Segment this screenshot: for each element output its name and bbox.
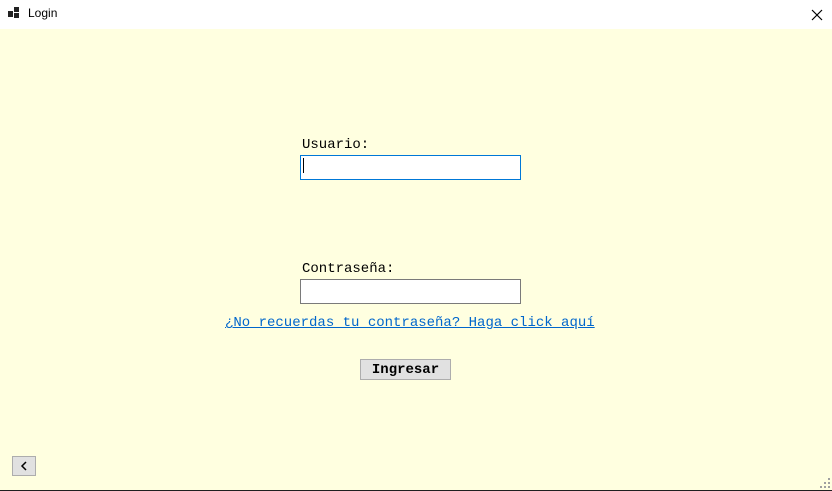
app-window-icon — [8, 7, 20, 19]
user-label: Usuario: — [302, 137, 370, 153]
user-input[interactable] — [300, 155, 521, 180]
login-window: Login Usuario: Contraseña: ¿No recuerdas… — [0, 0, 832, 491]
text-caret — [303, 158, 304, 173]
close-icon — [811, 9, 823, 20]
close-button[interactable] — [802, 0, 832, 29]
resize-grip-icon[interactable] — [820, 478, 830, 488]
forgot-password-link[interactable]: ¿No recuerdas tu contraseña? Haga click … — [225, 315, 595, 331]
password-label: Contraseña: — [302, 261, 395, 277]
window-title: Login — [28, 6, 58, 20]
back-button[interactable] — [12, 456, 36, 476]
password-input[interactable] — [300, 279, 521, 304]
login-button[interactable]: Ingresar — [360, 359, 451, 380]
title-bar[interactable]: Login — [0, 0, 832, 29]
chevron-left-icon — [20, 461, 27, 471]
login-form: Usuario: Contraseña: ¿No recuerdas tu co… — [0, 29, 832, 490]
